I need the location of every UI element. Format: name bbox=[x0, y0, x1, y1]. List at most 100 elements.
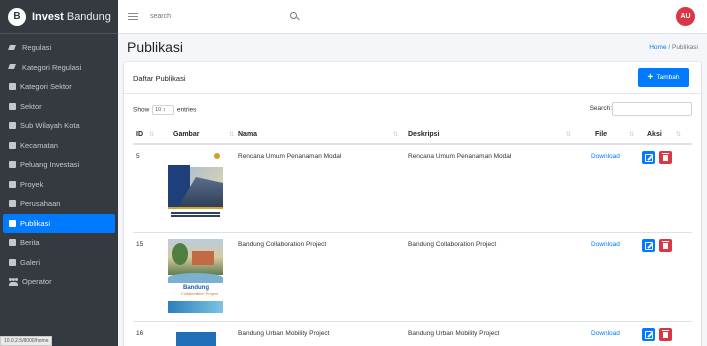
sidebar-nav: Regulasi Kategori Regulasi Kategori Sekt… bbox=[0, 34, 118, 292]
sidebar-item-label: Galeri bbox=[20, 257, 41, 267]
breadcrumb-current: Publikasi bbox=[671, 44, 698, 51]
sidebar-item-sub-wilayah-kota[interactable]: Sub Wilayah Kota bbox=[3, 116, 115, 136]
sidebar-item-operator[interactable]: Operator bbox=[3, 272, 115, 292]
cell-deskripsi: Rencana Umum Penanaman Modal bbox=[408, 153, 512, 160]
sort-icon[interactable]: ⇅ bbox=[676, 131, 681, 138]
square-icon bbox=[9, 83, 16, 91]
paint-icon bbox=[9, 63, 18, 71]
column-header-deskripsi[interactable]: Deskripsi bbox=[408, 131, 440, 138]
sort-icon[interactable]: ⇅ bbox=[629, 131, 634, 138]
search-input[interactable] bbox=[150, 7, 290, 26]
download-link[interactable]: Download bbox=[591, 153, 620, 160]
users-icon bbox=[9, 277, 18, 286]
publication-table: ID ⇅ Gambar ⇅ Nama ⇅ Deskripsi ⇅ File ⇅ … bbox=[133, 124, 692, 346]
brand-name-rest: Bandung bbox=[63, 10, 111, 23]
sidebar-item-kategori-sektor[interactable]: Kategori Sektor bbox=[3, 77, 115, 97]
square-icon bbox=[9, 258, 16, 266]
column-header-id[interactable]: ID bbox=[136, 131, 143, 138]
delete-button[interactable] bbox=[659, 239, 672, 252]
top-navbar: AU bbox=[118, 0, 707, 34]
table-controls: Show 10 ↕ entries Search: bbox=[133, 102, 692, 116]
sidebar-item-label: Peluang Investasi bbox=[20, 160, 80, 170]
sidebar-item-label: Sektor bbox=[20, 101, 42, 111]
sidebar-item-sektor[interactable]: Sektor bbox=[3, 97, 115, 117]
sidebar-item-label: Regulasi bbox=[22, 43, 52, 53]
sidebar-item-label: Publikasi bbox=[20, 218, 51, 228]
square-icon bbox=[9, 122, 16, 130]
add-button[interactable]: + Tambah bbox=[638, 68, 689, 87]
card-header: Daftar Publikasi + Tambah bbox=[124, 62, 701, 94]
page-title: Publikasi bbox=[127, 39, 184, 55]
sidebar-item-peluang-investasi[interactable]: Peluang Investasi bbox=[3, 155, 115, 175]
column-header-aksi[interactable]: Aksi bbox=[647, 131, 662, 138]
download-link[interactable]: Download bbox=[591, 241, 620, 248]
sort-icon[interactable]: ⇅ bbox=[149, 131, 154, 138]
square-icon bbox=[9, 219, 16, 227]
sidebar-item-proyek[interactable]: Proyek bbox=[3, 175, 115, 195]
sidebar-item-regulasi[interactable]: Regulasi bbox=[3, 38, 115, 58]
square-icon bbox=[9, 141, 16, 149]
column-header-gambar[interactable]: Gambar bbox=[173, 131, 199, 138]
sort-icon[interactable]: ⇅ bbox=[393, 131, 398, 138]
table-row: 15 Bandung Collaboration Project Bandung… bbox=[133, 233, 692, 322]
column-header-nama[interactable]: Nama bbox=[238, 131, 257, 138]
show-label: Show bbox=[133, 106, 150, 114]
cell-deskripsi: Bandung Collaboration Project bbox=[408, 241, 497, 248]
brand-name: Invest Bandung bbox=[32, 11, 111, 23]
cell-nama: Rencana Umum Penanaman Modal bbox=[238, 153, 342, 160]
edit-button[interactable] bbox=[642, 151, 655, 164]
sort-icon[interactable]: ⇅ bbox=[566, 131, 571, 138]
brand[interactable]: B Invest Bandung bbox=[0, 0, 118, 34]
brand-logo: B bbox=[8, 7, 26, 26]
column-header-file[interactable]: File bbox=[595, 131, 607, 138]
delete-button[interactable] bbox=[659, 328, 672, 341]
table-row: 5 Rencana Umum Penanaman Modal Rencana U… bbox=[133, 145, 692, 233]
entries-label: entries bbox=[176, 106, 197, 114]
table-row: 16 Bandung Urban Mobility Project Bandun… bbox=[133, 322, 692, 346]
publication-thumbnail bbox=[168, 328, 223, 346]
sidebar-item-label: Kategori Sektor bbox=[20, 82, 72, 92]
avatar[interactable]: AU bbox=[676, 7, 695, 26]
sidebar-item-berita[interactable]: Berita bbox=[3, 233, 115, 253]
content-header: Publikasi Home / Publikasi bbox=[118, 34, 707, 58]
sidebar-item-label: Perusahaan bbox=[20, 199, 61, 209]
cell-nama: Bandung Collaboration Project bbox=[238, 241, 327, 248]
card-title: Daftar Publikasi bbox=[133, 74, 186, 83]
paint-icon bbox=[9, 44, 18, 52]
cell-id: 5 bbox=[136, 153, 140, 160]
sidebar-item-label: Berita bbox=[20, 238, 40, 248]
breadcrumb: Home / Publikasi bbox=[649, 44, 698, 51]
sidebar-item-galeri[interactable]: Galeri bbox=[3, 253, 115, 273]
cell-deskripsi: Bandung Urban Mobility Project bbox=[408, 330, 500, 337]
sidebar-item-publikasi[interactable]: Publikasi bbox=[3, 213, 115, 233]
sidebar-item-label: Kecamatan bbox=[20, 140, 58, 150]
cell-id: 15 bbox=[136, 241, 144, 248]
sidebar-item-perusahaan[interactable]: Perusahaan bbox=[3, 194, 115, 214]
status-url: 10.0.2.5/8000/home bbox=[0, 336, 53, 346]
table-search-input[interactable] bbox=[612, 102, 692, 116]
edit-button[interactable] bbox=[642, 328, 655, 341]
add-button-label: Tambah bbox=[656, 74, 680, 81]
download-link[interactable]: Download bbox=[591, 330, 620, 337]
sort-icon[interactable]: ⇅ bbox=[229, 131, 234, 138]
delete-button[interactable] bbox=[659, 151, 672, 164]
sidebar-item-kecamatan[interactable]: Kecamatan bbox=[3, 136, 115, 156]
search-icon[interactable] bbox=[288, 10, 302, 24]
cell-nama: Bandung Urban Mobility Project bbox=[238, 330, 330, 337]
publication-thumbnail bbox=[168, 151, 223, 225]
sidebar: B Invest Bandung Regulasi Kategori Regul… bbox=[0, 0, 118, 346]
sidebar-item-label: Sub Wilayah Kota bbox=[20, 121, 80, 131]
thumbnail-subtitle: Collaboration Project bbox=[181, 291, 219, 296]
breadcrumb-home[interactable]: Home bbox=[649, 44, 666, 51]
sidebar-item-kategori-regulasi[interactable]: Kategori Regulasi bbox=[3, 58, 115, 78]
square-icon bbox=[9, 239, 16, 247]
sidebar-item-label: Proyek bbox=[20, 179, 44, 189]
brand-name-bold: Invest bbox=[32, 10, 64, 23]
menu-toggle-icon[interactable] bbox=[128, 12, 138, 22]
entries-select[interactable]: 10 ↕ bbox=[152, 105, 175, 115]
sidebar-item-label: Operator bbox=[22, 277, 52, 287]
square-icon bbox=[9, 200, 16, 208]
emblem-icon bbox=[214, 153, 220, 159]
publication-card: Daftar Publikasi + Tambah Show 10 ↕ entri… bbox=[124, 62, 701, 346]
edit-button[interactable] bbox=[642, 239, 655, 252]
